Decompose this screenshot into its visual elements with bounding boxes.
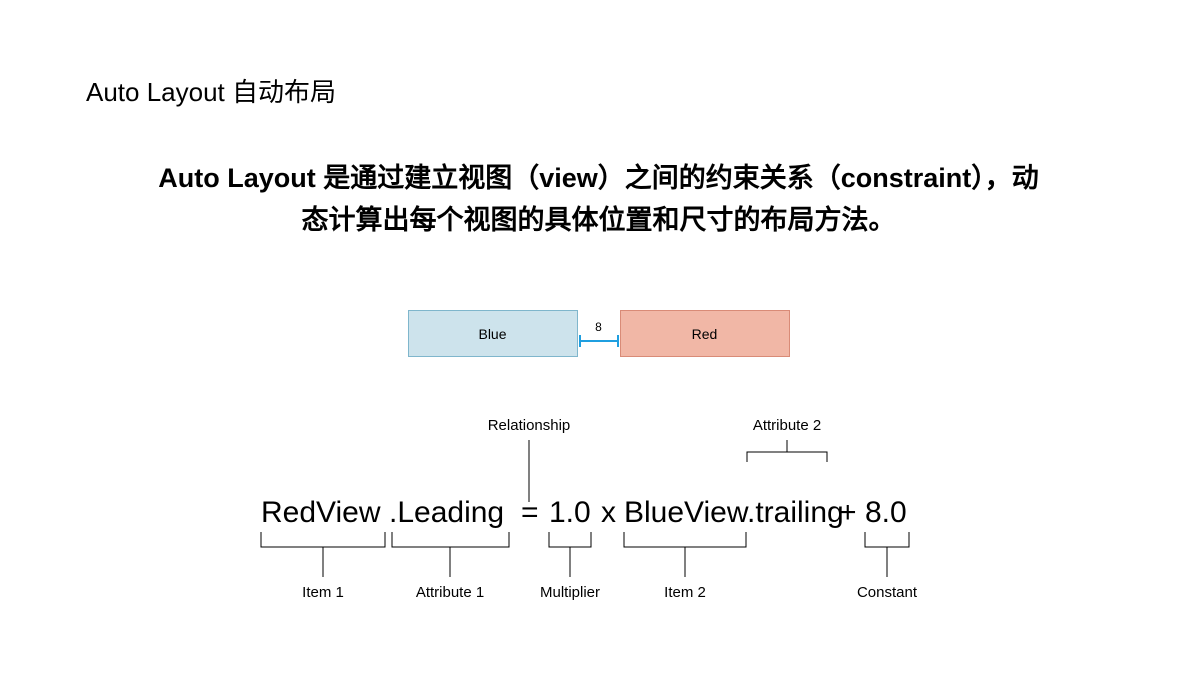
equation-svg: Relationship Attribute 2 RedView .Leadin… — [249, 412, 949, 632]
constraint-diagram: Blue 8 Red Relationship Attribute 2 — [249, 310, 949, 632]
slide-title: Auto Layout 自动布局 — [86, 72, 336, 109]
label-multiplier: Multiplier — [539, 584, 599, 601]
label-attribute1: Attribute 1 — [415, 584, 483, 601]
eq-plus: + — [839, 496, 857, 529]
spacer-bracket-icon — [578, 335, 620, 347]
description-line-1: Auto Layout 是通过建立视图（view）之间的约束关系（constra… — [158, 163, 1039, 193]
constraint-gap-value: 8 — [595, 321, 602, 333]
label-attribute2: Attribute 2 — [752, 417, 820, 434]
eq-times: x — [601, 496, 616, 529]
eq-rel: = — [521, 496, 539, 529]
eq-const: 8.0 — [865, 496, 907, 529]
constraint-gap: 8 — [578, 321, 620, 347]
slide-description: Auto Layout 是通过建立视图（view）之间的约束关系（constra… — [0, 158, 1197, 242]
eq-attr2: .trailing — [747, 496, 844, 529]
constraint-equation: Relationship Attribute 2 RedView .Leadin… — [249, 412, 949, 632]
eq-item1: RedView — [261, 496, 381, 529]
eq-attr1: .Leading — [389, 496, 504, 529]
blue-view-box: Blue — [408, 310, 578, 357]
label-relationship: Relationship — [487, 417, 570, 434]
description-line-2: 态计算出每个视图的具体位置和尺寸的布局方法。 — [302, 205, 896, 235]
label-item2: Item 2 — [664, 584, 706, 601]
label-constant: Constant — [856, 584, 917, 601]
red-view-box: Red — [620, 310, 790, 357]
label-item1: Item 1 — [302, 584, 344, 601]
eq-mult: 1.0 — [549, 496, 591, 529]
constraint-boxes-row: Blue 8 Red — [249, 310, 949, 357]
eq-item2: BlueView — [624, 496, 749, 529]
